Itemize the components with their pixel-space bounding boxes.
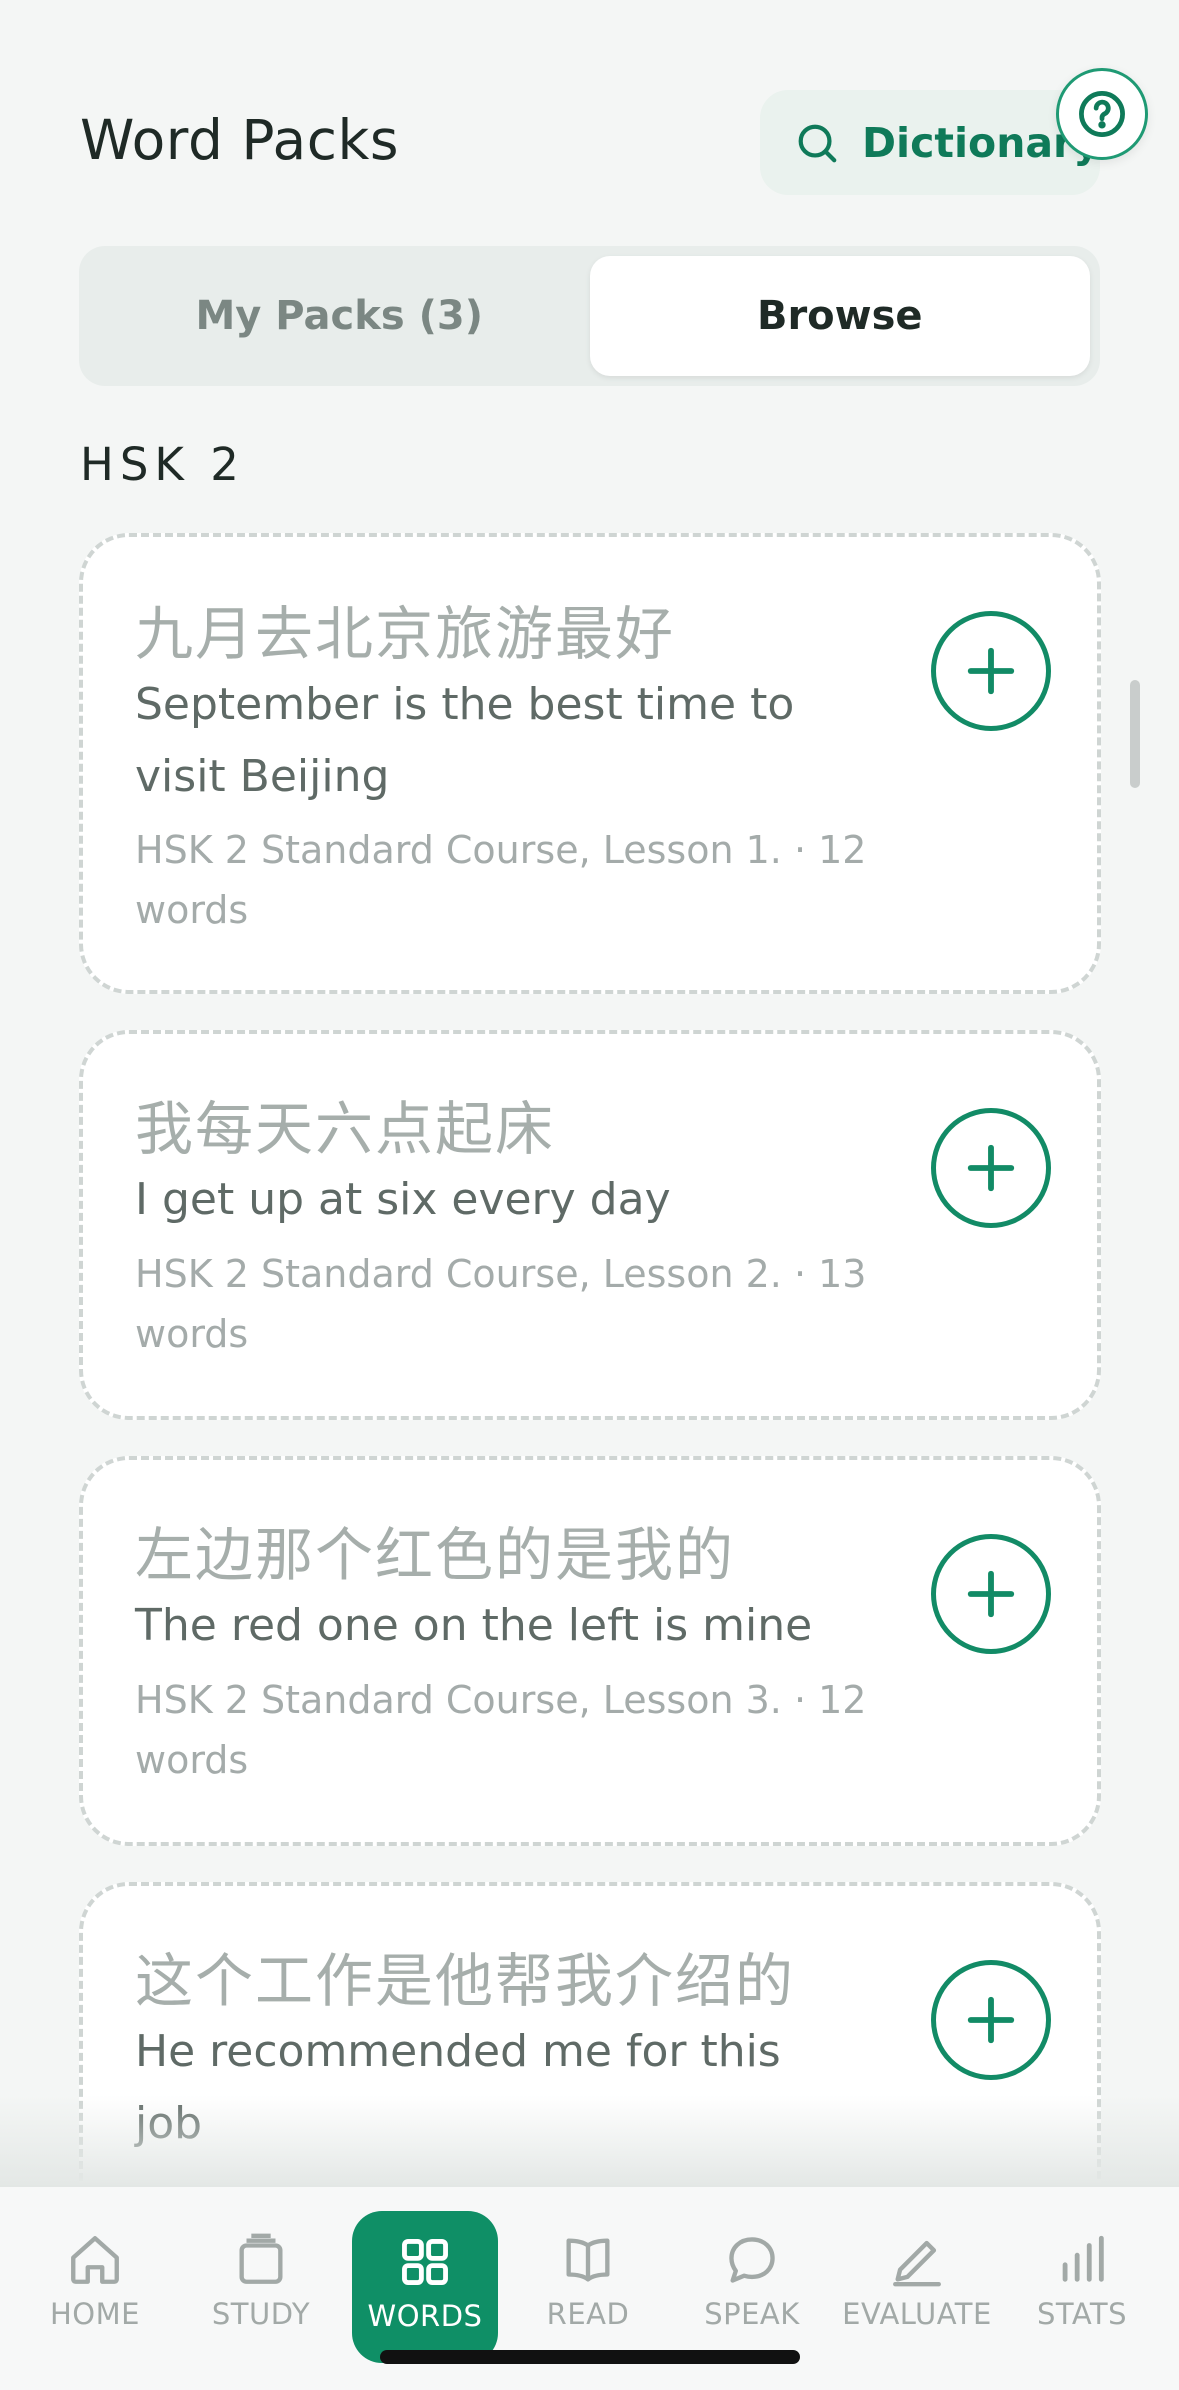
- pack-english-title: September is the best time to visit Beij…: [135, 669, 835, 813]
- pack-meta-line: HSK 2 Standard Course, Lesson 2. · 13: [135, 1252, 867, 1296]
- plus-icon: [967, 1570, 1015, 1618]
- pack-meta-line: HSK 2 Standard Course, Lesson 1. · 12: [135, 828, 867, 872]
- pack-chinese-title: 九月去北京旅游最好: [135, 600, 676, 668]
- tab-stats-label: STATS: [1036, 2297, 1128, 2331]
- tab-speak[interactable]: SPEAK: [677, 2209, 827, 2349]
- pack-english-line: I get up at six every day: [135, 1174, 671, 1225]
- tab-words[interactable]: WORDS: [352, 2211, 498, 2363]
- dictionary-button[interactable]: Dictionary: [760, 90, 1100, 195]
- home-indicator[interactable]: [380, 2350, 800, 2364]
- tab-study-label: STUDY: [211, 2297, 311, 2331]
- page-title: Word Packs: [80, 108, 399, 172]
- pack-chinese-title: 左边那个红色的是我的: [135, 1521, 736, 1589]
- pack-meta-line: HSK 2 Standard Course, Lesson 3. · 12: [135, 1678, 867, 1722]
- tab-read-label: READ: [546, 2297, 630, 2331]
- pack-segmented-control: My Packs (3) Browse: [79, 246, 1100, 386]
- pack-chinese-title: 这个工作是他帮我介绍的: [135, 1947, 796, 2015]
- pack-meta: HSK 2 Standard Course, Lesson 1. · 12 wo…: [135, 820, 895, 940]
- pack-english-line: visit Beijing: [135, 751, 390, 802]
- scroll-fade: [0, 2095, 1179, 2185]
- pack-card[interactable]: 左边那个红色的是我的 The red one on the left is mi…: [79, 1456, 1101, 1846]
- tab-evaluate-label: EVALUATE: [842, 2297, 992, 2331]
- tab-evaluate[interactable]: EVALUATE: [842, 2209, 992, 2349]
- pack-chinese-title: 我每天六点起床: [135, 1095, 556, 1163]
- tab-browse[interactable]: Browse: [589, 256, 1090, 376]
- book-icon: [566, 2238, 610, 2282]
- pack-card[interactable]: 九月去北京旅游最好 September is the best time to …: [79, 533, 1101, 994]
- plus-icon: [967, 1996, 1015, 2044]
- add-pack-button[interactable]: [931, 1108, 1051, 1228]
- pack-meta: HSK 2 Standard Course, Lesson 3. · 12 wo…: [135, 1670, 895, 1790]
- search-icon: [798, 124, 837, 162]
- pencil-icon: [893, 2240, 941, 2287]
- section-heading: HSK 2: [80, 438, 245, 491]
- help-button[interactable]: [1056, 68, 1148, 160]
- pack-english-title: I get up at six every day: [135, 1164, 835, 1236]
- tab-home-label: HOME: [50, 2297, 140, 2331]
- tab-words-label: WORDS: [367, 2299, 483, 2333]
- add-pack-button[interactable]: [931, 1534, 1051, 1654]
- question-icon: [1079, 91, 1125, 137]
- pack-meta-line: words: [135, 1738, 249, 1782]
- scrollbar[interactable]: [1130, 680, 1140, 788]
- plus-icon: [967, 647, 1015, 695]
- home-icon: [71, 2236, 119, 2284]
- pack-meta-line: words: [135, 888, 249, 932]
- grid-icon: [402, 2239, 448, 2285]
- tab-read[interactable]: READ: [513, 2209, 663, 2349]
- add-pack-button[interactable]: [931, 611, 1051, 731]
- chat-bubble-icon: [729, 2237, 775, 2283]
- pack-meta-line: words: [135, 1312, 249, 1356]
- pack-meta: HSK 2 Standard Course, Lesson 2. · 13 wo…: [135, 1244, 895, 1364]
- bar-chart-icon: [1062, 2235, 1104, 2282]
- plus-icon: [967, 1144, 1015, 1192]
- tab-study[interactable]: STUDY: [186, 2209, 336, 2349]
- add-pack-button[interactable]: [931, 1960, 1051, 2080]
- word-packs-screen: Word Packs Dictionary My Packs (3) Brows…: [0, 0, 1179, 2390]
- pack-english-title: The red one on the left is mine: [135, 1590, 835, 1662]
- pack-card[interactable]: 我每天六点起床 I get up at six every day HSK 2 …: [79, 1030, 1101, 1420]
- tab-home[interactable]: HOME: [20, 2209, 170, 2349]
- tab-my-packs[interactable]: My Packs (3): [89, 256, 590, 376]
- tab-speak-label: SPEAK: [704, 2297, 800, 2331]
- cards-icon: [239, 2233, 283, 2284]
- tab-stats[interactable]: STATS: [1007, 2209, 1157, 2349]
- pack-english-line: The red one on the left is mine: [135, 1600, 813, 1651]
- pack-english-line: September is the best time to: [135, 679, 795, 730]
